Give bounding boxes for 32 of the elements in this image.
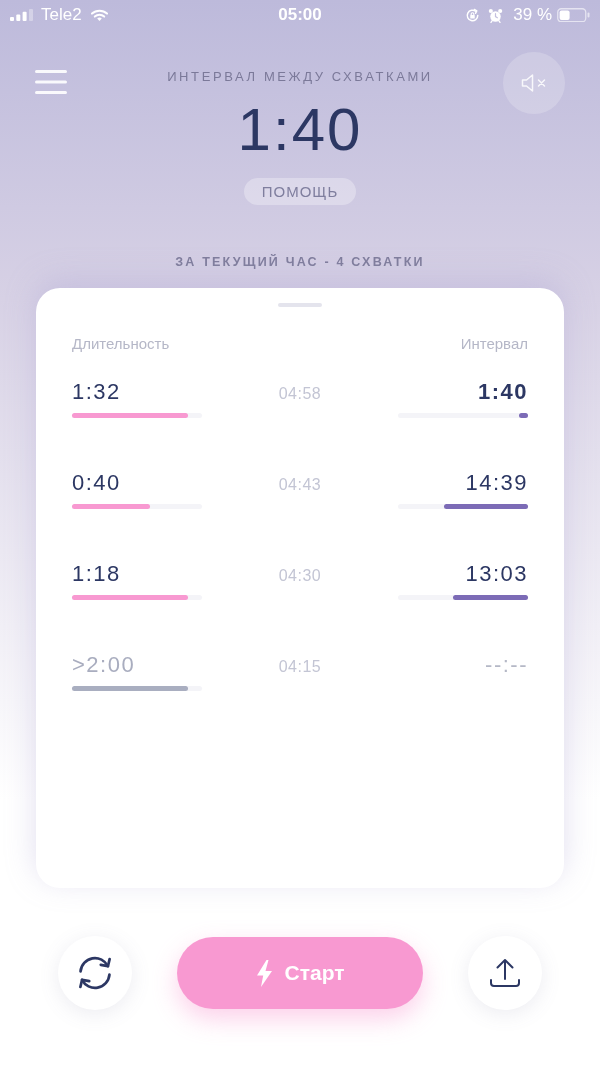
duration-value: 1:32 <box>72 379 121 405</box>
interval-value: 1:40 <box>477 379 528 405</box>
interval-value: 14:39 <box>465 470 528 496</box>
start-time: 04:15 <box>278 657 322 677</box>
start-button[interactable]: Старт <box>177 937 423 1009</box>
duration-value: 1:18 <box>72 561 121 587</box>
help-button[interactable]: ПОМОЩЬ <box>243 178 357 205</box>
lightning-icon <box>255 959 273 987</box>
carrier-name: Tele2 <box>41 5 82 25</box>
sound-off-icon <box>521 73 547 93</box>
rotation-lock-icon <box>465 7 481 23</box>
signal-icon <box>10 9 33 21</box>
current-interval: 1:40 <box>237 100 363 160</box>
alarm-clock-icon <box>488 7 504 23</box>
duration-value: 0:40 <box>72 470 121 496</box>
refresh-icon <box>78 956 112 990</box>
upload-icon <box>489 958 521 988</box>
start-time: 04:58 <box>278 384 322 404</box>
interval-value: --:-- <box>485 652 528 678</box>
battery-percentage: 39 % <box>513 5 552 25</box>
column-header: Интервал <box>460 334 528 354</box>
wifi-icon <box>90 9 108 21</box>
duration-value: >2:00 <box>72 652 136 678</box>
header-title: ИНТЕРВАЛ МЕЖДУ СХВАТКАМИ <box>167 69 433 85</box>
clock-time: 05:00 <box>278 5 322 25</box>
start-time: 04:43 <box>278 475 322 495</box>
interval-value: 13:03 <box>465 561 528 587</box>
column-header: Длительность <box>72 334 170 354</box>
battery-icon <box>557 7 590 23</box>
contractions-summary: ЗА ТЕКУЩИЙ ЧАС - 4 СХВАТКИ <box>175 254 425 270</box>
start-time: 04:30 <box>278 566 322 586</box>
menu-icon[interactable] <box>35 70 67 94</box>
